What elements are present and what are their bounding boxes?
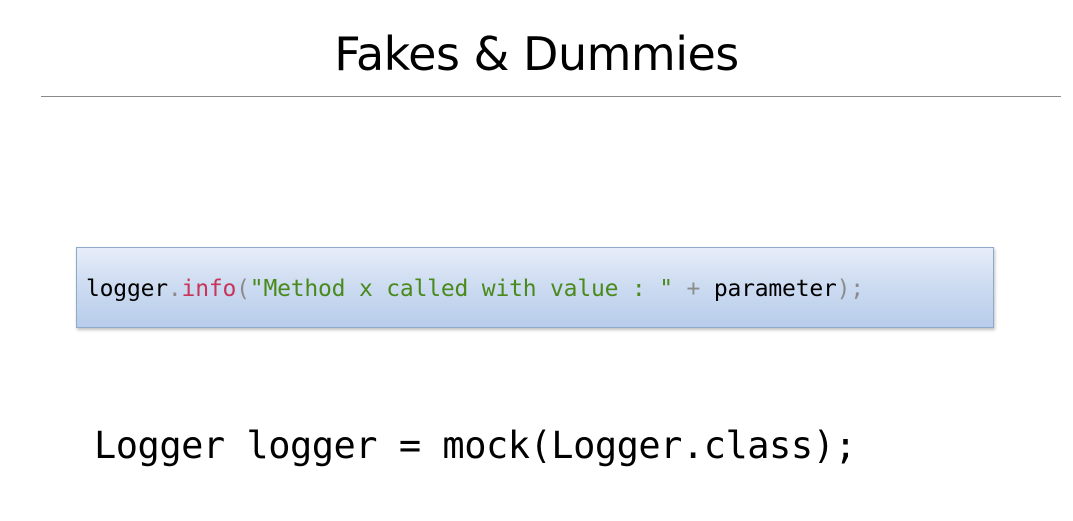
title-divider xyxy=(41,96,1061,97)
code-argument: parameter xyxy=(713,276,837,302)
slide: Fakes & Dummies logger.info("Method x ca… xyxy=(0,0,1073,521)
code-plus-operator: + xyxy=(672,276,714,302)
code-snippet-box: logger.info("Method x called with value … xyxy=(76,247,994,328)
code-semicolon: ; xyxy=(850,276,864,302)
code-close-paren: ) xyxy=(836,276,851,302)
code-string-literal: "Method x called with value : " xyxy=(249,276,673,302)
mock-statement: Logger logger = mock(Logger.class); xyxy=(94,424,857,467)
code-open-paren: ( xyxy=(236,276,250,302)
slide-title: Fakes & Dummies xyxy=(334,27,739,81)
code-line: logger.info("Method x called with value … xyxy=(86,274,864,304)
code-dot: . xyxy=(167,276,182,302)
code-method: info xyxy=(181,276,237,302)
code-object: logger xyxy=(86,276,168,302)
